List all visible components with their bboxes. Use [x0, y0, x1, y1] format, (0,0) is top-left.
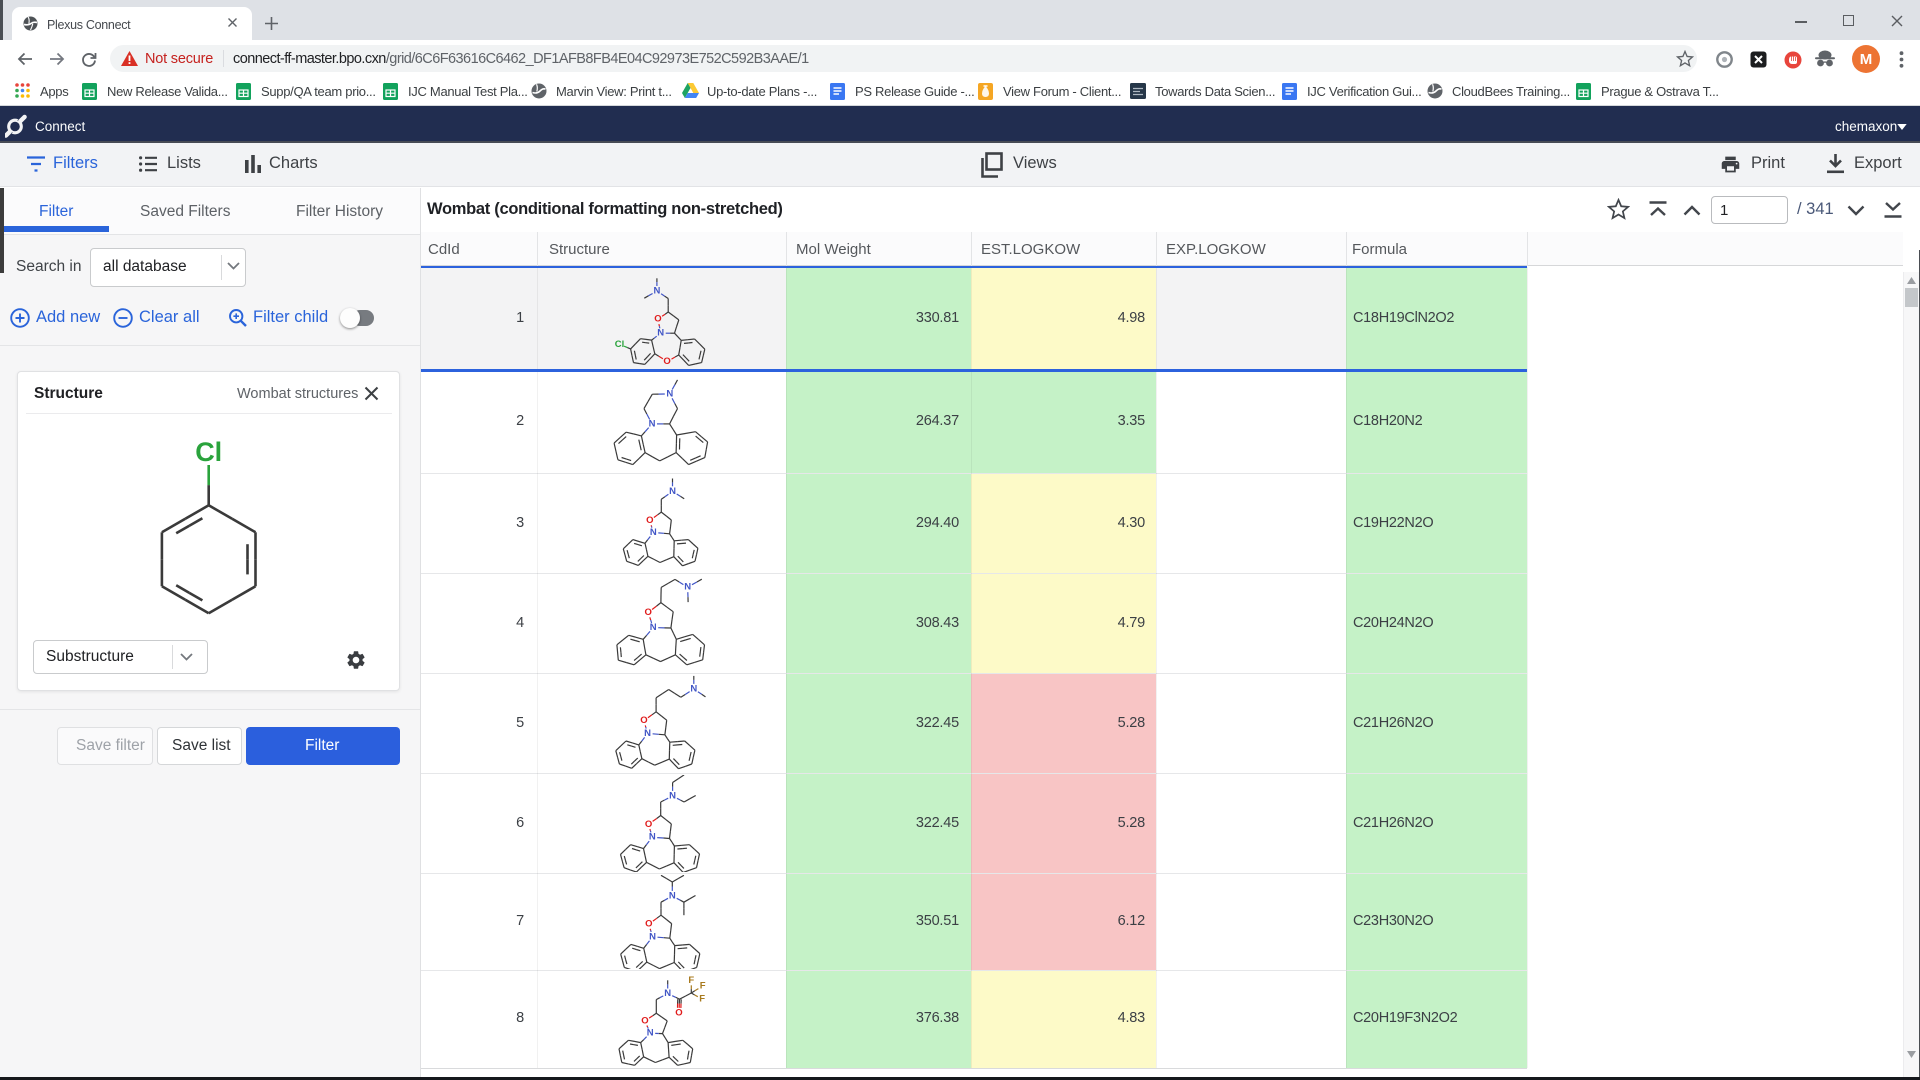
svg-text:O: O	[654, 314, 661, 325]
svg-text:F: F	[699, 994, 705, 1005]
svg-text:O: O	[646, 515, 653, 526]
svg-text:Cl: Cl	[615, 339, 625, 350]
svg-text:N: N	[684, 582, 691, 593]
svg-text:Cl: Cl	[195, 437, 222, 467]
svg-text:O: O	[640, 715, 647, 726]
svg-text:O: O	[663, 356, 670, 367]
svg-text:N: N	[657, 328, 664, 339]
svg-text:N: N	[690, 683, 697, 694]
svg-text:N: N	[649, 832, 656, 843]
svg-text:N: N	[644, 728, 651, 739]
svg-text:N: N	[649, 931, 656, 942]
svg-text:N: N	[669, 790, 676, 801]
svg-text:F: F	[700, 980, 706, 991]
svg-text:O: O	[641, 1015, 648, 1026]
svg-text:O: O	[675, 1007, 682, 1018]
svg-text:F: F	[688, 975, 694, 986]
svg-text:N: N	[669, 890, 676, 901]
svg-text:N: N	[650, 622, 657, 633]
svg-text:N: N	[653, 286, 660, 297]
svg-text:N: N	[664, 988, 671, 999]
svg-text:O: O	[645, 919, 652, 930]
svg-text:N: N	[669, 486, 676, 497]
svg-text:O: O	[645, 819, 652, 830]
svg-text:O: O	[645, 607, 652, 618]
svg-text:N: N	[666, 388, 673, 399]
svg-text:N: N	[650, 527, 657, 538]
svg-text:N: N	[649, 418, 656, 429]
svg-text:N: N	[647, 1028, 654, 1039]
